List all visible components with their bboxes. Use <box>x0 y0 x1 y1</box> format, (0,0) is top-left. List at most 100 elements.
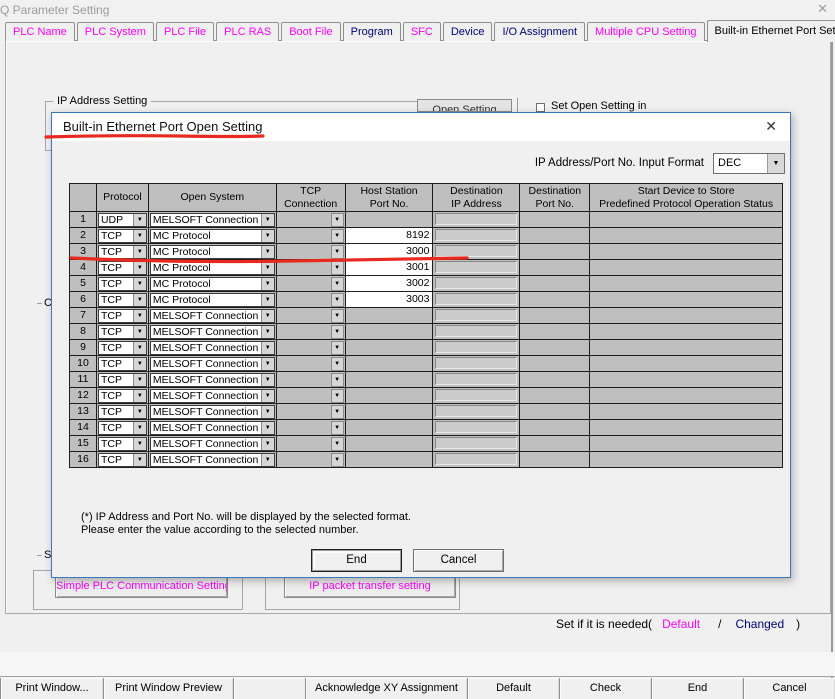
tab-device[interactable]: Device <box>443 22 493 41</box>
tab-i-o-assignment[interactable]: I/O Assignment <box>494 22 585 41</box>
chevron-down-icon[interactable]: ▼ <box>133 342 146 354</box>
protocol-dropdown[interactable]: TCP▼ <box>98 325 147 339</box>
chevron-down-icon[interactable]: ▼ <box>133 262 146 274</box>
print-window-button[interactable]: Print Window... <box>0 678 103 699</box>
tab-multiple-cpu-setting[interactable]: Multiple CPU Setting <box>587 22 705 41</box>
chevron-down-icon[interactable]: ▼ <box>133 230 146 242</box>
tcp-connection-dropdown[interactable]: ▼ <box>277 420 346 436</box>
chevron-down-icon[interactable]: ▼ <box>261 214 274 226</box>
protocol-dropdown[interactable]: TCP▼ <box>98 453 147 467</box>
chevron-down-icon[interactable]: ▼ <box>261 294 274 306</box>
protocol-dropdown[interactable]: TCP▼ <box>98 437 147 451</box>
protocol-dropdown[interactable]: TCP▼ <box>98 261 147 275</box>
open-system-dropdown[interactable]: MELSOFT Connection▼ <box>150 453 275 467</box>
chevron-down-icon[interactable]: ▼ <box>261 246 274 258</box>
tcp-connection-dropdown[interactable]: ▼ <box>277 244 346 260</box>
protocol-dropdown[interactable]: TCP▼ <box>98 277 147 291</box>
chevron-down-icon[interactable]: ▼ <box>261 262 274 274</box>
tcp-connection-dropdown[interactable]: ▼ <box>277 212 346 228</box>
tab-plc-file[interactable]: PLC File <box>156 22 214 41</box>
chevron-down-icon[interactable]: ▼ <box>331 421 344 435</box>
chevron-down-icon[interactable]: ▼ <box>331 357 344 371</box>
chevron-down-icon[interactable]: ▼ <box>133 310 146 322</box>
tab-program[interactable]: Program <box>343 22 401 41</box>
tab-plc-ras[interactable]: PLC RAS <box>216 22 279 41</box>
chevron-down-icon[interactable]: ▼ <box>331 229 344 243</box>
tab-boot-file[interactable]: Boot File <box>281 22 340 41</box>
protocol-dropdown[interactable]: UDP▼ <box>98 213 147 227</box>
chevron-down-icon[interactable]: ▼ <box>261 310 274 322</box>
protocol-dropdown[interactable]: TCP▼ <box>98 229 147 243</box>
tab-plc-name[interactable]: PLC Name <box>5 22 75 41</box>
chevron-down-icon[interactable]: ▼ <box>331 453 344 467</box>
chevron-down-icon[interactable]: ▼ <box>261 454 274 466</box>
open-system-dropdown[interactable]: MC Protocol▼ <box>150 261 275 275</box>
chevron-down-icon[interactable]: ▼ <box>331 405 344 419</box>
chevron-down-icon[interactable]: ▼ <box>331 293 344 307</box>
open-system-dropdown[interactable]: MELSOFT Connection▼ <box>150 405 275 419</box>
check-button[interactable]: Check <box>559 678 651 699</box>
chevron-down-icon[interactable]: ▼ <box>133 358 146 370</box>
chevron-down-icon[interactable]: ▼ <box>331 373 344 387</box>
end-button[interactable]: End <box>311 549 402 572</box>
host-station-port-field[interactable]: 8192 <box>346 228 434 244</box>
tcp-connection-dropdown[interactable]: ▼ <box>277 324 346 340</box>
open-system-dropdown[interactable]: MELSOFT Connection▼ <box>150 373 275 387</box>
tcp-connection-dropdown[interactable]: ▼ <box>277 372 346 388</box>
open-system-dropdown[interactable]: MELSOFT Connection▼ <box>150 437 275 451</box>
chevron-down-icon[interactable]: ▼ <box>133 246 146 258</box>
chevron-down-icon[interactable]: ▼ <box>261 278 274 290</box>
dialog-close-icon[interactable]: ✕ <box>765 118 777 135</box>
chevron-down-icon[interactable]: ▼ <box>133 454 146 466</box>
host-station-port-field[interactable]: 3000 <box>346 244 434 260</box>
open-system-dropdown[interactable]: MELSOFT Connection▼ <box>150 325 275 339</box>
tab-sfc[interactable]: SFC <box>403 22 441 41</box>
input-format-dropdown[interactable]: DEC ▼ <box>713 153 785 174</box>
chevron-down-icon[interactable]: ▼ <box>261 326 274 338</box>
chevron-down-icon[interactable]: ▼ <box>331 261 344 275</box>
chevron-down-icon[interactable]: ▼ <box>331 213 344 227</box>
dialog-titlebar[interactable]: Built-in Ethernet Port Open Setting ✕ <box>52 113 790 141</box>
set-open-setting-checkbox[interactable] <box>536 103 545 112</box>
protocol-dropdown[interactable]: TCP▼ <box>98 293 147 307</box>
chevron-down-icon[interactable]: ▼ <box>261 406 274 418</box>
tcp-connection-dropdown[interactable]: ▼ <box>277 260 346 276</box>
default-button[interactable]: Default <box>467 678 559 699</box>
chevron-down-icon[interactable]: ▼ <box>331 277 344 291</box>
acknowledge-xy-assignment-button[interactable]: Acknowledge XY Assignment <box>305 678 467 699</box>
tab-built-in-ethernet-port-setting[interactable]: Built-in Ethernet Port Setting <box>707 20 835 42</box>
chevron-down-icon[interactable]: ▼ <box>133 390 146 402</box>
open-system-dropdown[interactable]: MELSOFT Connection▼ <box>150 341 275 355</box>
chevron-down-icon[interactable]: ▼ <box>133 294 146 306</box>
open-system-dropdown[interactable]: MELSOFT Connection▼ <box>150 421 275 435</box>
tab-plc-system[interactable]: PLC System <box>77 22 154 41</box>
chevron-down-icon[interactable]: ▼ <box>261 230 274 242</box>
open-system-dropdown[interactable]: MC Protocol▼ <box>150 293 275 307</box>
open-setting-button[interactable]: Open Setting <box>417 99 512 112</box>
protocol-dropdown[interactable]: TCP▼ <box>98 245 147 259</box>
chevron-down-icon[interactable]: ▼ <box>133 326 146 338</box>
window-close-icon[interactable]: ✕ <box>817 1 828 17</box>
tcp-connection-dropdown[interactable]: ▼ <box>277 308 346 324</box>
protocol-dropdown[interactable]: TCP▼ <box>98 341 147 355</box>
open-system-dropdown[interactable]: MC Protocol▼ <box>150 229 275 243</box>
open-system-dropdown[interactable]: MC Protocol▼ <box>150 245 275 259</box>
end-button[interactable]: End <box>651 678 743 699</box>
chevron-down-icon[interactable]: ▼ <box>331 245 344 259</box>
chevron-down-icon[interactable]: ▼ <box>767 154 784 173</box>
protocol-dropdown[interactable]: TCP▼ <box>98 389 147 403</box>
protocol-dropdown[interactable]: TCP▼ <box>98 373 147 387</box>
open-system-dropdown[interactable]: MELSOFT Connection▼ <box>150 213 275 227</box>
chevron-down-icon[interactable]: ▼ <box>261 374 274 386</box>
ip-packet-transfer-setting-button[interactable]: IP packet transfer setting <box>284 575 456 598</box>
tcp-connection-dropdown[interactable]: ▼ <box>277 356 346 372</box>
chevron-down-icon[interactable]: ▼ <box>331 437 344 451</box>
cancel-button[interactable]: Cancel <box>413 549 504 572</box>
chevron-down-icon[interactable]: ▼ <box>331 389 344 403</box>
chevron-down-icon[interactable]: ▼ <box>331 341 344 355</box>
protocol-dropdown[interactable]: TCP▼ <box>98 309 147 323</box>
open-system-dropdown[interactable]: MC Protocol▼ <box>150 277 275 291</box>
tcp-connection-dropdown[interactable]: ▼ <box>277 292 346 308</box>
tcp-connection-dropdown[interactable]: ▼ <box>277 340 346 356</box>
chevron-down-icon[interactable]: ▼ <box>133 374 146 386</box>
